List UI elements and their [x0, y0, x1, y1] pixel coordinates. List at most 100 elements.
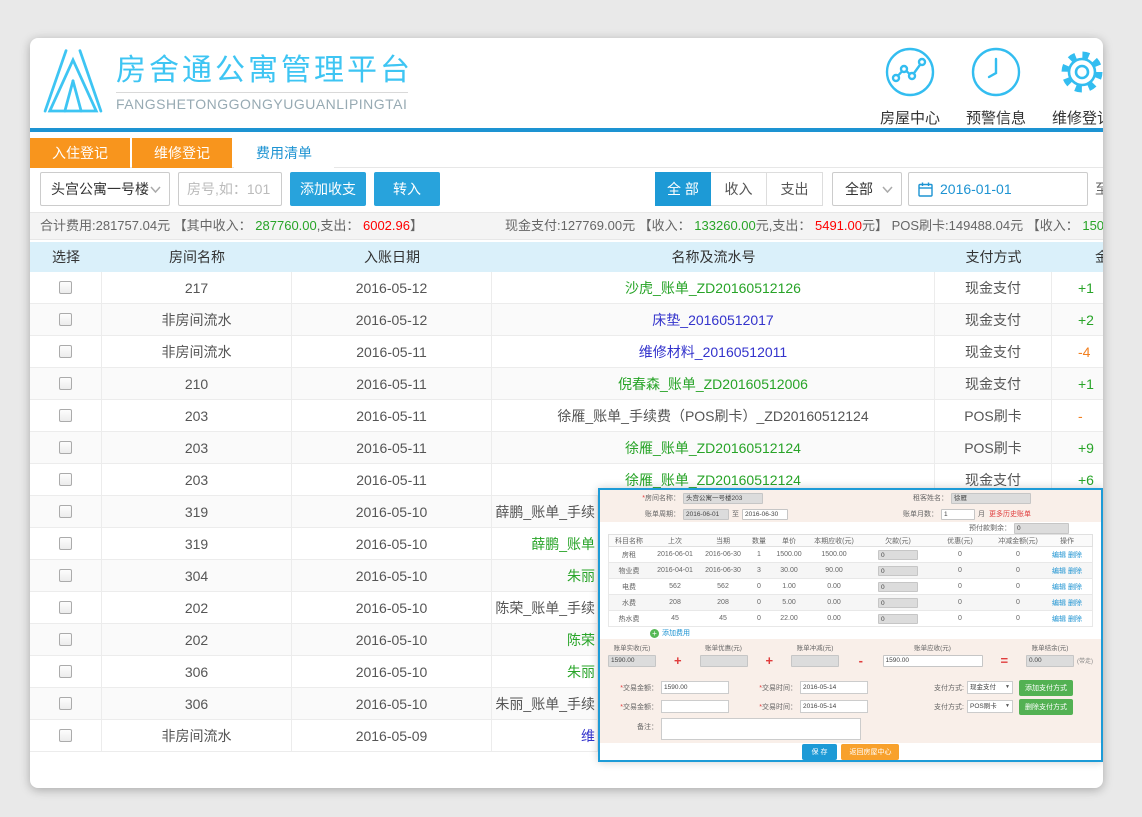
trade-amount-label: *交易金额： [602, 702, 658, 712]
add-pay-method-button[interactable]: 添加支付方式 [1019, 680, 1073, 696]
tenant-name-field[interactable]: 徐雁 [951, 493, 1031, 504]
formula-input[interactable]: 1590.00 [608, 655, 656, 667]
nav-warning-info[interactable]: 预警信息 [953, 46, 1039, 128]
popup-fee-cell: 2016-06-30 [701, 563, 745, 578]
app-window: 房舍通公寓管理平台 FANGSHETONGGONGYUGUANLIPINGTAI [30, 38, 1103, 788]
add-fee-link[interactable]: 添加费用 [662, 628, 690, 638]
formula-input[interactable]: 1590.00 [883, 655, 983, 667]
edit-link[interactable]: 编辑 [1052, 550, 1066, 560]
delete-link[interactable]: 删除 [1068, 614, 1082, 624]
tab-repair[interactable]: 维修登记 [132, 138, 232, 168]
row-checkbox[interactable] [59, 313, 72, 326]
row-checkbox[interactable] [59, 697, 72, 710]
header-divider [30, 128, 1103, 132]
delete-link[interactable]: 删除 [1068, 550, 1082, 560]
remark-textarea[interactable] [661, 718, 861, 740]
row-checkbox[interactable] [59, 537, 72, 550]
record-link[interactable]: 维 [581, 726, 595, 746]
delete-link[interactable]: 删除 [1068, 566, 1082, 576]
chevron-down-icon: ▼ [1005, 701, 1010, 712]
history-bills-link[interactable]: 更多历史账单 [989, 509, 1031, 519]
row-checkbox[interactable] [59, 505, 72, 518]
row-checkbox[interactable] [59, 729, 72, 742]
record-link[interactable]: 薛鹏_账单_手续 [495, 502, 595, 522]
arrears-input[interactable]: 0 [878, 614, 918, 624]
type-filter-expense[interactable]: 支出 [767, 172, 823, 206]
record-link[interactable]: 朱丽 [567, 662, 595, 682]
bill-months-field[interactable]: 1 [941, 509, 975, 520]
record-link[interactable]: 朱丽_账单_手续 [495, 694, 595, 714]
formula-input[interactable] [700, 655, 748, 667]
record-link[interactable]: 薛鹏_账单 [531, 534, 595, 554]
trade-time-input[interactable]: 2016-05-14 [800, 700, 868, 713]
period-to-field[interactable]: 2016-06-30 [742, 509, 788, 520]
record-link[interactable]: 倪春森_账单_ZD20160512006 [618, 374, 808, 394]
period-from-field[interactable]: 2016-06-01 [683, 509, 729, 520]
transfer-in-button[interactable]: 转入 [374, 172, 440, 206]
row-checkbox[interactable] [59, 281, 72, 294]
popup-fee-row: 水费20820805.000.00000编辑删除 [608, 595, 1093, 611]
row-checkbox[interactable] [59, 345, 72, 358]
record-link[interactable]: 徐雁_账单_ZD20160512124 [625, 438, 801, 458]
nav-house-center[interactable]: 房屋中心 [867, 46, 953, 128]
row-checkbox[interactable] [59, 377, 72, 390]
pay-method-label: 支付方式: [924, 702, 964, 712]
record-link[interactable]: 陈荣 [567, 630, 595, 650]
arrears-input[interactable]: 0 [878, 598, 918, 608]
record-link[interactable]: 徐雁_账单_手续费（POS刷卡）_ZD20160512124 [557, 406, 868, 426]
record-link[interactable]: 沙虎_账单_ZD20160512126 [625, 278, 801, 298]
arrears-input[interactable]: 0 [878, 566, 918, 576]
row-checkbox[interactable] [59, 441, 72, 454]
formula-operator: = [983, 653, 1027, 668]
record-link[interactable]: 陈荣_账单_手续 [495, 598, 595, 618]
summary-cash-pos: 现金支付:127769.00元 【收入： 133260.00元,支出： 5491… [505, 213, 1103, 239]
edit-link[interactable]: 编辑 [1052, 582, 1066, 592]
building-select[interactable]: 头宫公寓一号楼 [40, 172, 170, 206]
pay-method-select[interactable]: POS刷卡▼ [967, 700, 1013, 713]
category-select[interactable]: 全部 [832, 172, 902, 206]
record-link[interactable]: 朱丽 [567, 566, 595, 586]
record-link[interactable]: 维修材料_20160512011 [639, 342, 787, 362]
popup-fee-cell-arrears: 0 [863, 579, 933, 594]
pay-method-select[interactable]: 现金支付▼ [967, 681, 1013, 694]
trade-amount-input[interactable] [661, 700, 729, 713]
row-checkbox[interactable] [59, 409, 72, 422]
formula-input[interactable] [791, 655, 839, 667]
back-to-house-center-button[interactable]: 返回房屋中心 [841, 744, 899, 760]
row-room-name: 203 [102, 464, 292, 495]
date-from-value: 2016-01-01 [940, 181, 1012, 197]
room-number-input[interactable] [178, 172, 282, 206]
popup-fee-cell-actions: 编辑删除 [1049, 595, 1085, 610]
edit-link[interactable]: 编辑 [1052, 566, 1066, 576]
date-from-picker[interactable]: 2016-01-01 [908, 172, 1088, 206]
edit-link[interactable]: 编辑 [1052, 614, 1066, 624]
record-link[interactable]: 床垫_20160512017 [652, 310, 773, 330]
row-entry-date: 2016-05-09 [292, 720, 492, 751]
delete-link[interactable]: 删除 [1068, 582, 1082, 592]
row-checkbox[interactable] [59, 633, 72, 646]
tab-checkin[interactable]: 入住登记 [30, 138, 130, 168]
row-checkbox[interactable] [59, 665, 72, 678]
type-filter-income[interactable]: 收入 [711, 172, 767, 206]
save-button[interactable]: 保 存 [802, 744, 838, 760]
trade-time-input[interactable]: 2016-05-14 [800, 681, 868, 694]
record-link[interactable]: 徐雁_账单_ZD20160512124 [625, 470, 801, 490]
arrears-input[interactable]: 0 [878, 582, 918, 592]
popup-fee-cell: 1.00 [773, 579, 805, 594]
row-checkbox[interactable] [59, 569, 72, 582]
edit-link[interactable]: 编辑 [1052, 598, 1066, 608]
formula-input[interactable]: 0.00 [1026, 655, 1074, 667]
add-income-expense-button[interactable]: 添加收支 [290, 172, 366, 206]
row-checkbox[interactable] [59, 601, 72, 614]
row-checkbox[interactable] [59, 473, 72, 486]
delete-link[interactable]: 删除 [1068, 598, 1082, 608]
type-filter-all[interactable]: 全 部 [655, 172, 711, 206]
room-name-field[interactable]: 头宫公寓一号楼203 [683, 493, 763, 504]
tab-fee-list[interactable]: 费用清单 [234, 138, 334, 168]
trade-amount-input[interactable]: 1590.00 [661, 681, 729, 694]
nav-repair-register[interactable]: 维修登记 [1039, 46, 1103, 128]
row-room-name: 210 [102, 368, 292, 399]
arrears-input[interactable]: 0 [878, 550, 918, 560]
delete-pay-method-button[interactable]: 删除支付方式 [1019, 699, 1073, 715]
pay-method-label: 支付方式: [924, 683, 964, 693]
